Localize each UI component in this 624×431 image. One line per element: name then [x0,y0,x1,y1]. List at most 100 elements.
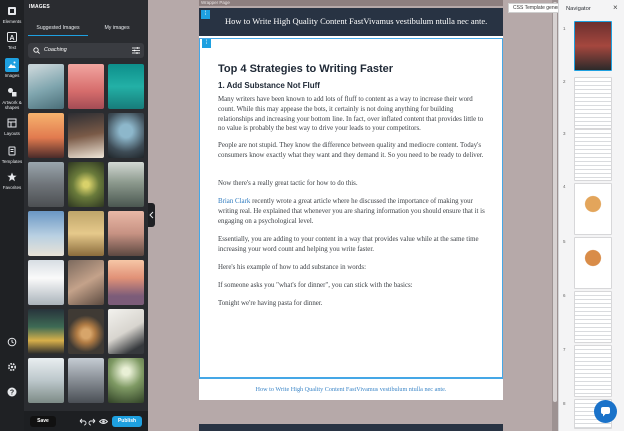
image-thumbnail[interactable] [108,358,144,403]
page-number: 2 [563,79,566,84]
article-subheading[interactable]: 1. Add Substance Not Fluff [218,81,320,90]
image-thumbnail[interactable] [108,211,144,256]
image-thumbnail[interactable] [28,113,64,158]
image-thumbnail[interactable] [108,309,144,354]
search-icon [33,47,40,54]
redo-icon[interactable] [88,417,97,426]
doc-footer-section[interactable]: How to Write High Quality Content FastVi… [199,378,503,400]
image-thumbnail[interactable] [28,64,64,109]
elements-icon [5,4,19,18]
rail-text[interactable]: A Text [0,30,24,50]
page-number: 1 [563,26,566,31]
navigator-page-thumb[interactable] [574,21,612,71]
paragraph[interactable]: Many writers have been known to add lots… [218,95,486,134]
content-section-handle[interactable]: ⁞ [202,39,211,48]
image-thumbnail[interactable] [28,309,64,354]
rail-templates[interactable]: Templates [0,144,24,164]
settings-button[interactable] [0,360,24,374]
help-button[interactable]: ? [0,385,24,399]
paragraph[interactable]: Brian Clark recently wrote a great artic… [218,197,486,226]
rail-images[interactable]: Images [0,58,24,78]
image-thumbnail[interactable] [68,64,104,109]
shapes-icon [5,85,19,99]
navigator-page-thumb[interactable] [574,345,612,397]
image-thumbnail[interactable] [28,358,64,403]
tab-suggested-images[interactable]: Suggested Images [28,22,88,36]
image-thumbnail[interactable] [68,162,104,207]
settings-icon [5,360,19,374]
rail-elements[interactable]: Elements [0,4,24,24]
image-thumbnail[interactable] [68,358,104,403]
page-number: 8 [563,401,566,406]
scrollbar-thumb[interactable] [553,2,557,402]
rail-layouts[interactable]: Layouts [0,116,24,136]
image-thumbnail[interactable] [108,162,144,207]
page-number: 5 [563,239,566,244]
image-thumbnail[interactable] [108,113,144,158]
doc-footer-text[interactable]: How to Write High Quality Content FastVi… [199,386,503,393]
help-icon: ? [5,385,19,399]
doc-header-section[interactable]: ⁞ How to Write High Quality Content Fast… [199,8,503,36]
undo-icon[interactable] [78,417,87,426]
image-thumbnail[interactable] [28,260,64,305]
navigator-page-thumb[interactable] [574,77,612,129]
preview-eye-icon[interactable] [99,417,108,426]
page-number: 4 [563,184,566,189]
document-page: ⁞ How to Write High Quality Content Fast… [199,8,503,400]
image-thumbnail[interactable] [28,211,64,256]
chat-support-button[interactable] [594,400,617,423]
next-page-preview [199,424,503,431]
navigator-panel: Navigator × 1 2 3 4 5 6 7 8 [558,0,624,431]
save-button[interactable]: Save [30,416,56,427]
rail-favorites[interactable]: Favorites [0,170,24,190]
image-thumbnail[interactable] [68,113,104,158]
author-link[interactable]: Brian Clark [218,198,250,205]
search-query: Coaching [44,47,67,53]
paragraph[interactable]: Now there's a really great tactic for ho… [218,179,486,189]
navigator-page-thumb[interactable] [574,129,612,181]
section-handle[interactable]: ⁞ [201,10,210,19]
page-number: 6 [563,293,566,298]
paragraph[interactable]: People are not stupid. They know the dif… [218,141,486,161]
image-thumbnail[interactable] [28,162,64,207]
panel-footer: Save Publish [24,411,148,431]
panel-title: IMAGES [29,4,50,10]
chat-icon [601,407,610,417]
history-icon [5,335,19,349]
doc-header-title[interactable]: How to Write High Quality Content FastVi… [225,16,487,26]
publish-button[interactable]: Publish [112,416,142,427]
paragraph-text: recently wrote a great article where he … [218,198,485,225]
image-thumbnail[interactable] [108,64,144,109]
image-thumbnail[interactable] [108,260,144,305]
navigator-page-thumb[interactable] [574,237,612,289]
layouts-icon [5,116,19,130]
svg-text:?: ? [10,390,14,397]
star-icon [5,170,19,184]
paragraph[interactable]: Essentially, you are adding to your cont… [218,235,486,255]
paragraph[interactable]: If someone asks you "what's for dinner",… [218,281,486,291]
image-tabs: Suggested Images My images [28,22,144,36]
tab-my-images[interactable]: My images [90,22,144,36]
close-icon[interactable]: × [613,3,618,12]
text-icon: A [5,30,19,44]
search-input[interactable]: Coaching [28,43,144,58]
chevron-left-icon [149,211,154,219]
history-button[interactable] [0,335,24,349]
image-icon [5,58,19,72]
panel-collapse-handle[interactable] [148,203,155,227]
image-thumbnail[interactable] [68,309,104,354]
paragraph[interactable]: Tonight we're having pasta for dinner. [218,299,486,309]
rail-artwork-shapes[interactable]: Artwork & shapes [0,85,24,110]
article-heading[interactable]: Top 4 Strategies to Writing Faster [218,63,393,75]
navigator-title: Navigator [566,6,591,12]
image-thumbnail[interactable] [68,260,104,305]
navigator-page-thumb[interactable] [574,291,612,343]
doc-content-section[interactable]: ⁞ Top 4 Strategies to Writing Faster 1. … [199,38,503,378]
left-toolbar: Elements A Text Images Artwork & shapes … [0,0,24,431]
page-number: 7 [563,347,566,352]
image-thumbnail[interactable] [68,211,104,256]
svg-text:A: A [9,35,14,42]
filter-icon[interactable] [132,47,140,54]
navigator-page-thumb[interactable] [574,183,612,235]
paragraph[interactable]: Here's his example of how to add substan… [218,263,486,273]
